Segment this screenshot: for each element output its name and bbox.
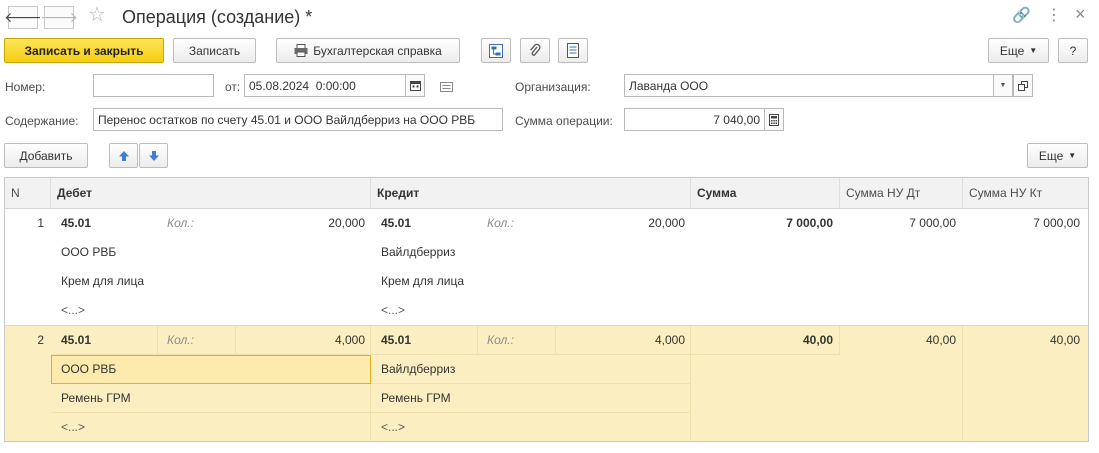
debit-account[interactable]: 45.01: [61, 209, 91, 238]
link-icon[interactable]: 🔗: [1012, 6, 1031, 26]
cell-divider: [371, 413, 691, 441]
chevron-down-icon: ▼: [1068, 151, 1077, 160]
debit-account[interactable]: 45.01: [61, 326, 91, 355]
credit-subconto-3[interactable]: <...>: [381, 296, 405, 325]
back-button[interactable]: 🡐: [4, 6, 42, 29]
calendar-icon: [409, 81, 421, 91]
calculator-icon: [769, 113, 779, 126]
credit-quantity-label: Кол.:: [487, 333, 514, 347]
date-label: от:: [225, 80, 241, 94]
add-row-button[interactable]: Добавить: [4, 143, 88, 168]
debit-quantity[interactable]: 4,000: [241, 326, 365, 355]
credit-account[interactable]: 45.01: [381, 326, 411, 355]
credit-account[interactable]: 45.01: [381, 209, 411, 238]
debit-subconto-1[interactable]: ООО РВБ: [61, 238, 116, 267]
row-sum-nu-kt[interactable]: 7 000,00: [963, 209, 1080, 238]
open-window-icon: [1018, 80, 1028, 91]
structure-button[interactable]: [481, 38, 511, 63]
more-actions-label: Еще: [999, 43, 1025, 58]
row-sum[interactable]: 7 000,00: [691, 209, 833, 238]
row-sum-nu-dt[interactable]: 40,00: [840, 326, 956, 355]
date-input[interactable]: [244, 74, 406, 97]
help-button[interactable]: ?: [1058, 38, 1088, 63]
printer-icon: [294, 44, 308, 57]
organization-input[interactable]: [624, 74, 994, 97]
operation-sum-label: Сумма операции:: [515, 114, 613, 128]
row-sum-nu-dt[interactable]: 7 000,00: [840, 209, 956, 238]
column-header-sum[interactable]: Сумма: [691, 178, 840, 209]
credit-subconto-2[interactable]: Ремень ГРМ: [381, 384, 451, 413]
paperclip-icon: [530, 43, 541, 56]
row-number: 1: [37, 216, 44, 230]
kebab-icon[interactable]: ⋮: [1046, 6, 1062, 26]
document-lines-icon: [567, 43, 579, 58]
organization-label: Организация:: [515, 80, 591, 94]
page-title: Операция (создание) *: [122, 7, 313, 27]
accounting-report-button[interactable]: Бухгалтерская справка: [276, 38, 460, 63]
operation-sum-input[interactable]: [624, 108, 765, 131]
credit-subconto-3[interactable]: <...>: [381, 413, 405, 441]
table-more-button[interactable]: Еще ▼: [1027, 143, 1088, 168]
debit-quantity-label: Кол.:: [167, 216, 194, 230]
organization-open-button[interactable]: [1013, 74, 1033, 97]
credit-quantity[interactable]: 20,000: [561, 209, 685, 238]
row-sum-nu-kt[interactable]: 40,00: [963, 326, 1080, 355]
organization-dropdown-button[interactable]: ▼: [993, 74, 1013, 97]
credit-quantity[interactable]: 4,000: [561, 326, 685, 355]
column-header-n[interactable]: N: [5, 178, 51, 209]
table-more-label: Еще: [1038, 148, 1064, 163]
debit-subconto-2[interactable]: Крем для лица: [61, 267, 144, 296]
calendar-button[interactable]: [405, 74, 425, 97]
table-row[interactable]: 2 45.01 Кол.: 4,000 ООО РВБ Ремень ГРМ <…: [5, 325, 1088, 441]
save-button[interactable]: Записать: [173, 38, 256, 63]
debit-subconto-3[interactable]: <...>: [61, 413, 85, 441]
arrow-down-icon: [148, 150, 159, 161]
accounting-report-label: Бухгалтерская справка: [313, 43, 442, 58]
debit-subconto-1[interactable]: ООО РВБ: [61, 355, 116, 384]
chevron-down-icon: ▼: [1029, 46, 1038, 55]
close-icon[interactable]: ×: [1075, 4, 1086, 24]
content-label: Содержание:: [5, 114, 79, 128]
column-header-sum-nu-kt[interactable]: Сумма НУ Кт: [963, 178, 1088, 209]
credit-quantity-label: Кол.:: [487, 216, 514, 230]
star-icon[interactable]: ☆: [88, 4, 106, 26]
chevron-down-icon: ▼: [999, 82, 1007, 89]
entries-table[interactable]: N Дебет Кредит Сумма Сумма НУ Дт Сумма Н…: [4, 177, 1089, 442]
cell-divider: [51, 413, 371, 441]
debit-quantity-label: Кол.:: [167, 333, 194, 347]
move-down-button[interactable]: [139, 143, 168, 168]
move-up-button[interactable]: [109, 143, 138, 168]
column-header-sum-nu-dt[interactable]: Сумма НУ Дт: [840, 178, 963, 209]
credit-subconto-1[interactable]: Вайлдберриз: [381, 355, 455, 384]
comment-icon[interactable]: [440, 81, 453, 95]
credit-subconto-1[interactable]: Вайлдберриз: [381, 238, 455, 267]
column-header-debit[interactable]: Дебет: [51, 178, 371, 209]
debit-subconto-2[interactable]: Ремень ГРМ: [61, 384, 131, 413]
save-and-close-button[interactable]: Записать и закрыть: [4, 38, 164, 63]
table-row[interactable]: 1 45.01 Кол.: 20,000 ООО РВБ Крем для ли…: [5, 209, 1088, 325]
row-sum[interactable]: 40,00: [691, 326, 833, 355]
forward-button[interactable]: 🡒: [40, 6, 78, 29]
arrow-up-icon: [118, 150, 129, 161]
debit-subconto-3[interactable]: <...>: [61, 296, 85, 325]
number-label: Номер:: [5, 80, 46, 94]
arrow-right-icon: 🡒: [40, 9, 78, 25]
row-number: 2: [37, 333, 44, 347]
column-header-credit[interactable]: Кредит: [371, 178, 691, 209]
number-input[interactable]: [93, 74, 214, 97]
attach-files-button[interactable]: [520, 38, 550, 63]
content-input[interactable]: [93, 108, 503, 131]
calculator-button[interactable]: [764, 108, 784, 131]
hierarchy-icon: [489, 43, 503, 58]
document-list-button[interactable]: [558, 38, 588, 63]
credit-subconto-2[interactable]: Крем для лица: [381, 267, 464, 296]
more-actions-button[interactable]: Еще ▼: [988, 38, 1049, 63]
arrow-left-icon: 🡐: [4, 9, 42, 25]
debit-quantity[interactable]: 20,000: [241, 209, 365, 238]
